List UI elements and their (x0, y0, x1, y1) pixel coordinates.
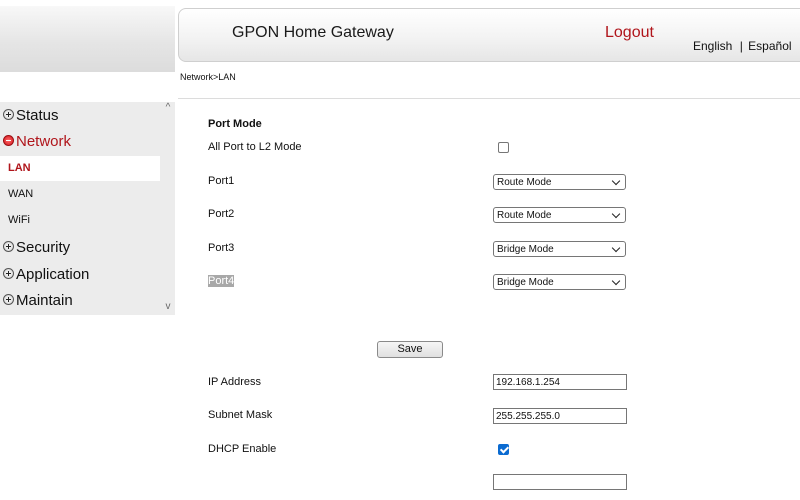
all-port-l2-label: All Port to L2 Mode (208, 141, 302, 153)
port3-mode-value: Bridge Mode (497, 244, 554, 255)
sidebar-subitem-lan[interactable]: LAN (0, 156, 160, 181)
sidebar-item-application[interactable]: Application (0, 263, 160, 287)
all-port-l2-checkbox[interactable] (498, 142, 509, 153)
sidebar-subitem-label: WiFi (8, 214, 30, 226)
port4-mode-value: Bridge Mode (497, 277, 554, 288)
ip-address-label: IP Address (208, 376, 261, 388)
sidebar-subitem-label: LAN (8, 162, 31, 174)
left-header-block (0, 0, 175, 72)
lang-english-link[interactable]: English (693, 39, 732, 53)
top-header-bar: GPON Home Gateway Logout English | Españ… (178, 8, 800, 62)
sidebar-subitem-wan[interactable]: WAN (0, 182, 160, 207)
chevron-down-icon (611, 209, 621, 219)
sidebar-scroll-down-icon[interactable]: v (161, 301, 175, 313)
logout-link[interactable]: Logout (605, 24, 654, 42)
port1-mode-value: Route Mode (497, 177, 552, 188)
sidebar-item-label: Status (16, 107, 59, 124)
main-content: Port Mode All Port to L2 Mode Port1 Rout… (178, 100, 800, 500)
plus-circle-icon (3, 268, 14, 279)
port1-mode-select[interactable]: Route Mode (493, 174, 626, 190)
sidebar-subitem-label: WAN (8, 188, 34, 200)
port2-mode-select[interactable]: Route Mode (493, 207, 626, 223)
plus-circle-icon (3, 294, 14, 305)
port4-mode-select[interactable]: Bridge Mode (493, 274, 626, 290)
port3-mode-select[interactable]: Bridge Mode (493, 241, 626, 257)
sidebar-item-maintain[interactable]: Maintain (0, 289, 160, 313)
breadcrumb-divider (178, 98, 800, 99)
save-button[interactable]: Save (377, 341, 443, 358)
chevron-down-icon (611, 243, 621, 253)
plus-circle-icon (3, 109, 14, 120)
next-row-input[interactable] (493, 474, 627, 490)
port-mode-heading: Port Mode (208, 118, 262, 130)
minus-circle-icon (3, 135, 14, 146)
dhcp-enable-label: DHCP Enable (208, 443, 277, 455)
ip-address-input[interactable]: 192.168.1.254 (493, 374, 627, 390)
lang-separator: | (739, 39, 743, 53)
chevron-down-icon (611, 276, 621, 286)
sidebar-item-label: Application (16, 266, 90, 283)
sidebar-subitem-wifi[interactable]: WiFi (0, 208, 160, 233)
port2-mode-value: Route Mode (497, 210, 552, 221)
sidebar-item-security[interactable]: Security (0, 236, 160, 260)
subnet-mask-value: 255.255.255.0 (496, 411, 560, 422)
lang-spanish-link[interactable]: Español (748, 39, 791, 53)
sidebar-item-network[interactable]: Network (0, 130, 160, 154)
sidebar-menu: ^ Status Network LAN WAN WiFi Security A… (0, 102, 175, 315)
ip-address-value: 192.168.1.254 (496, 377, 560, 388)
port3-label: Port3 (208, 242, 235, 254)
plus-circle-icon (3, 241, 14, 252)
app-title: GPON Home Gateway (232, 24, 394, 41)
port2-label: Port2 (208, 208, 235, 220)
language-switcher: English | Español (693, 39, 792, 53)
breadcrumb: Network>LAN (180, 72, 236, 82)
subnet-mask-input[interactable]: 255.255.255.0 (493, 408, 627, 424)
sidebar-scroll-up-icon[interactable]: ^ (161, 102, 175, 114)
sidebar-item-status[interactable]: Status (0, 104, 160, 128)
sidebar-item-label: Network (16, 133, 72, 150)
chevron-down-icon (611, 176, 621, 186)
subnet-mask-label: Subnet Mask (208, 409, 273, 421)
port4-label: Port4 (208, 275, 235, 287)
dhcp-enable-checkbox[interactable] (498, 444, 509, 455)
left-header-edge (0, 0, 175, 6)
sidebar-item-label: Maintain (16, 292, 73, 309)
app-root: GPON Home Gateway Logout English | Españ… (0, 0, 800, 500)
port1-label: Port1 (208, 175, 235, 187)
sidebar-item-label: Security (16, 239, 71, 256)
